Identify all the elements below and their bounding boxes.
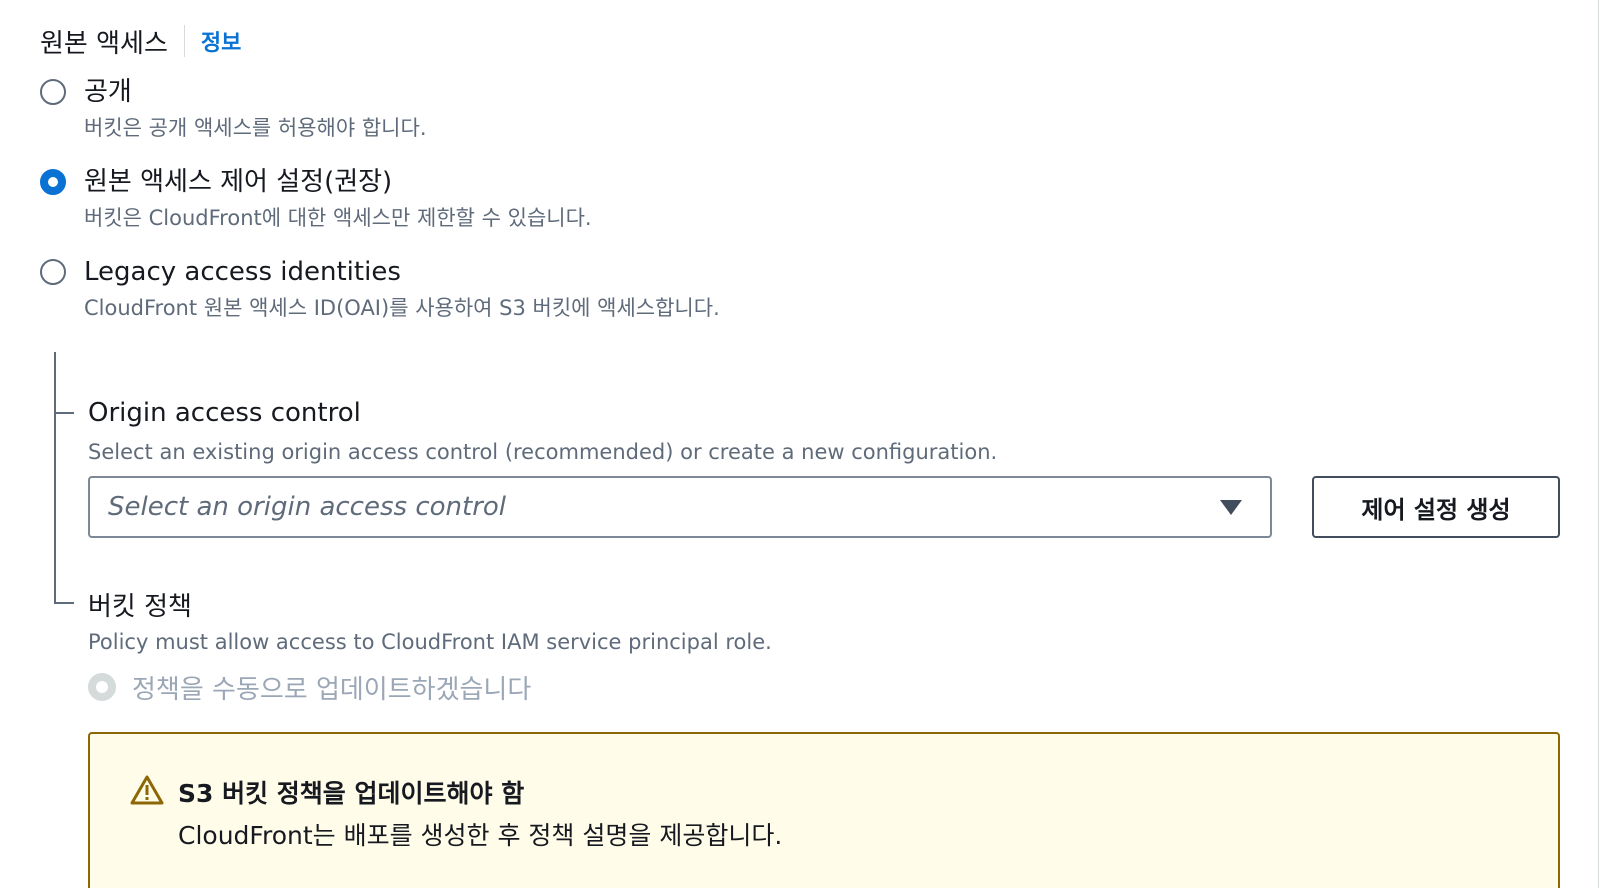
alert-message: CloudFront는 배포를 생성한 후 정책 설명을 제공합니다. xyxy=(178,821,783,850)
radio-label: 공개 xyxy=(84,77,132,107)
origin-access-panel: 원본 액세스 정보 공개 버킷은 공개 액세스를 허용해야 합니다. 원본 액세… xyxy=(0,0,1608,888)
bucket-policy-description: Policy must allow access to CloudFront I… xyxy=(88,630,772,654)
warning-alert: S3 버킷 정책을 업데이트해야 함 CloudFront는 배포를 생성한 후… xyxy=(88,732,1560,888)
bucket-policy-label: 버킷 정책 xyxy=(88,592,192,622)
tree-connector-line xyxy=(54,352,56,604)
radio-label: Legacy access identities xyxy=(84,257,401,287)
origin-access-control-select[interactable]: Select an origin access control xyxy=(88,476,1272,538)
info-link[interactable]: 정보 xyxy=(201,25,241,57)
manual-policy-update-label: 정책을 수동으로 업데이트하겠습니다 xyxy=(132,674,532,705)
section-header: 원본 액세스 정보 xyxy=(40,24,241,59)
origin-access-control-description: Select an existing origin access control… xyxy=(88,440,998,464)
radio-description: CloudFront 원본 액세스 ID(OAI)를 사용하여 S3 버킷에 액… xyxy=(84,296,720,320)
create-control-setting-button[interactable]: 제어 설정 생성 xyxy=(1312,476,1560,538)
select-placeholder: Select an origin access control xyxy=(108,492,507,522)
radio-button[interactable] xyxy=(40,79,66,105)
tree-branch-oac xyxy=(54,412,74,414)
alert-title: S3 버킷 정책을 업데이트해야 함 xyxy=(178,779,525,808)
radio-button[interactable] xyxy=(40,259,66,285)
header-divider xyxy=(183,25,185,57)
tree-branch-bucket-policy xyxy=(54,602,74,604)
warning-icon xyxy=(130,775,164,805)
radio-description: 버킷은 공개 액세스를 허용해야 합니다. xyxy=(84,116,427,140)
radio-description: 버킷은 CloudFront에 대한 액세스만 제한할 수 있습니다. xyxy=(84,206,592,230)
origin-access-control-label: Origin access control xyxy=(88,398,361,428)
radio-label: 원본 액세스 제어 설정(권장) xyxy=(84,167,393,197)
radio-button-selected[interactable] xyxy=(40,169,66,195)
manual-policy-update-option: 정책을 수동으로 업데이트하겠습니다 xyxy=(88,670,532,705)
radio-button-disabled xyxy=(88,673,116,701)
caret-down-icon xyxy=(1220,499,1242,515)
section-title: 원본 액세스 xyxy=(40,28,168,59)
scrollbar-edge xyxy=(1598,0,1599,888)
